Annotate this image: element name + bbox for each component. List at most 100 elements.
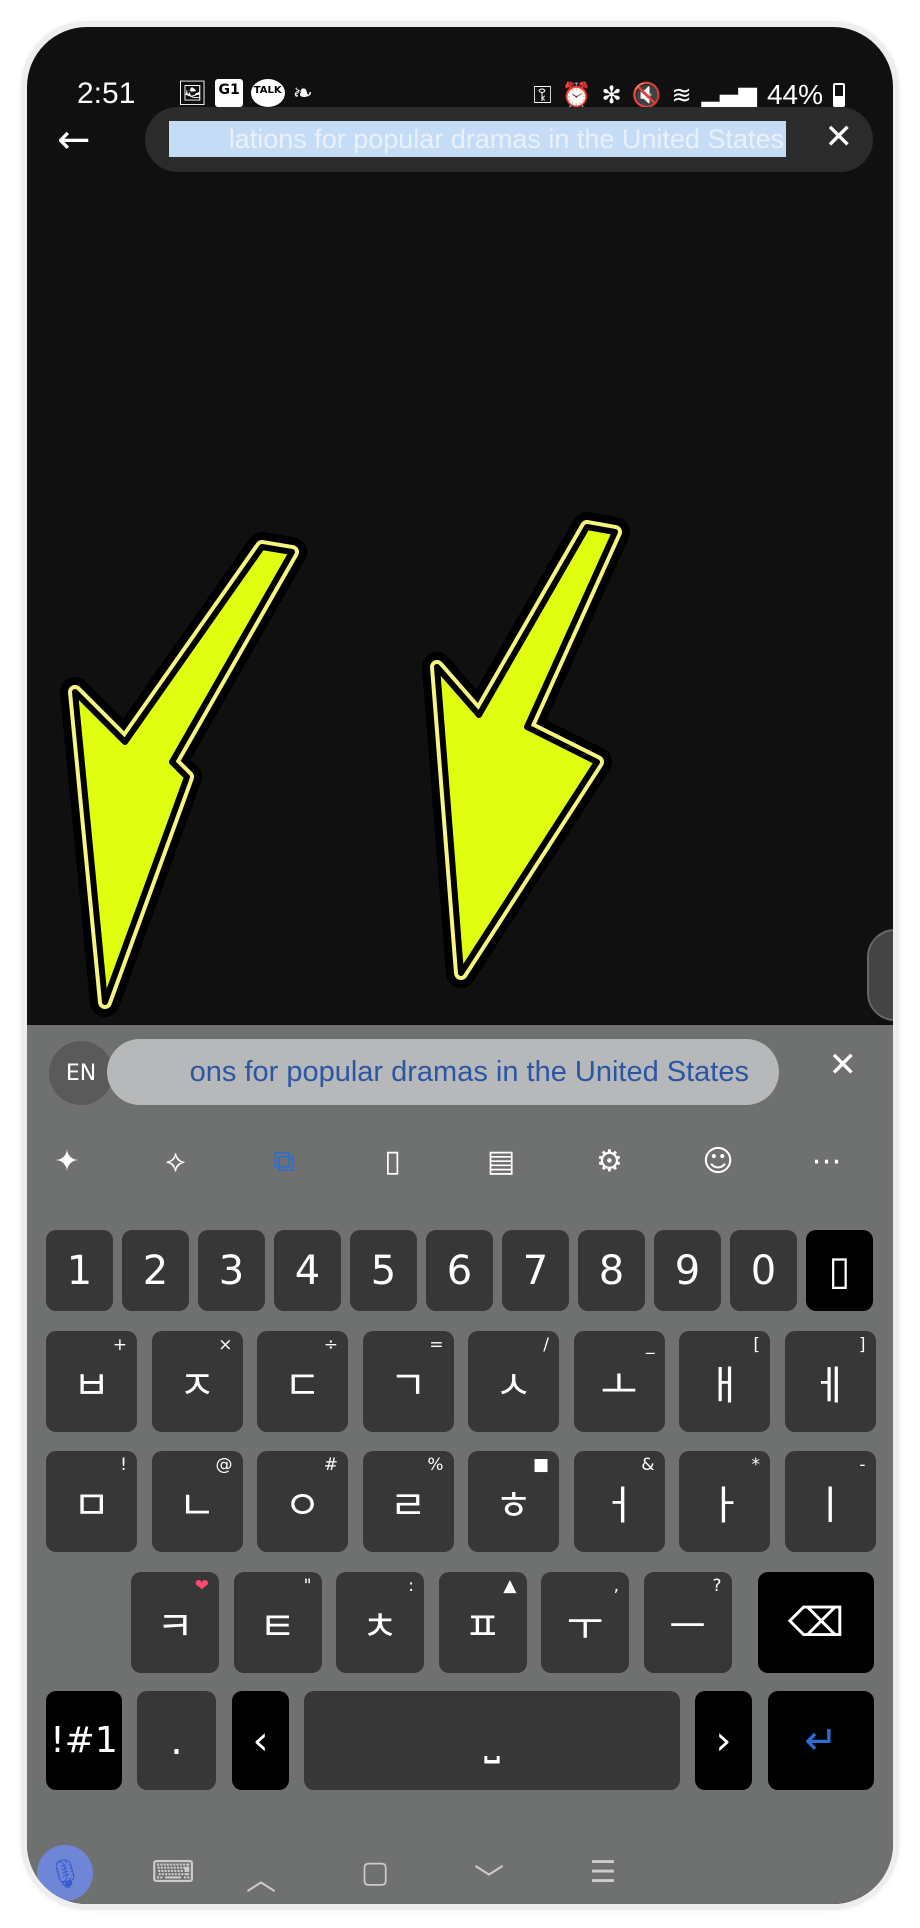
language-button[interactable]: EN (49, 1041, 113, 1105)
settings-icon[interactable]: ⚙ (580, 1137, 640, 1187)
yellow-arrow-left (60, 532, 307, 1017)
recents-icon[interactable]: ☰ (573, 1855, 633, 1899)
key-label: ㅐ (706, 1362, 743, 1409)
key-row3[interactable]: ㄹ% (362, 1451, 454, 1552)
key-5[interactable]: 5 (350, 1230, 417, 1311)
more-icon[interactable]: ⋯ (797, 1137, 857, 1187)
symbols-key[interactable]: !#1 (46, 1691, 122, 1790)
key-row4[interactable]: ㅡ? (643, 1572, 732, 1673)
cursor-right-key[interactable]: › (695, 1691, 752, 1790)
home-icon[interactable]: ▢ (345, 1855, 405, 1899)
keypad-icon[interactable]: ▤ (471, 1137, 531, 1187)
key-6[interactable]: 6 (426, 1230, 493, 1311)
key-secondary-label: ] (858, 1335, 866, 1355)
key-label: ↵ (804, 1717, 838, 1764)
key-row2[interactable]: ㅂ + (46, 1331, 137, 1432)
key-row3[interactable]: ㅎ ■ (468, 1451, 559, 1552)
key-label: ㅂ (73, 1362, 110, 1409)
key-0[interactable]: 0 (730, 1230, 797, 1311)
key-4[interactable]: 4 (274, 1230, 341, 1311)
key-row4[interactable]: ㅜ, (541, 1572, 629, 1673)
key-row3[interactable]: ㅇ # (257, 1451, 348, 1552)
key-row4[interactable]: ㅍ ▲ (438, 1572, 527, 1673)
key-row3[interactable]: ㄴ @ (151, 1451, 243, 1552)
edge-panel-handle[interactable] (867, 929, 893, 1021)
key-label: 0 (750, 1247, 777, 1294)
key-label: 5 (370, 1247, 397, 1294)
key-secondary-label: ❤ (194, 1576, 209, 1596)
key-row2[interactable]: ㄱ = (362, 1331, 454, 1432)
key-row2[interactable]: ㅔ] (784, 1331, 876, 1432)
key-label: ㅅ (495, 1362, 532, 1409)
key-label: ㅗ (600, 1362, 638, 1409)
key-label: ⎵ (484, 1717, 500, 1764)
key-label: ㅔ (811, 1362, 849, 1409)
key-label: ㄷ (284, 1362, 321, 1409)
key-secondary-label: # (323, 1455, 338, 1475)
key-3[interactable]: 3 (198, 1230, 265, 1311)
keyboard-hide-icon[interactable]: ⌨ (143, 1855, 203, 1899)
key-row4[interactable]: ㅌ " (233, 1572, 322, 1673)
key-label: 7 (522, 1247, 549, 1294)
key-row2[interactable]: ㅅ / (468, 1331, 559, 1432)
key-row2[interactable]: ㄷ ÷ (257, 1331, 348, 1432)
key-label: ㄹ (389, 1482, 427, 1529)
key-label: ㅡ (669, 1603, 706, 1650)
key-row2[interactable]: ㅐ[ (679, 1331, 770, 1432)
space-key[interactable]: ⎵ (304, 1691, 680, 1790)
key-row3[interactable]: ㅏ * (679, 1451, 770, 1552)
key-label: ㄴ (178, 1482, 216, 1529)
key-label: 9 (674, 1247, 701, 1294)
nav-up-icon[interactable]: ︿ (231, 1855, 291, 1899)
key-row3[interactable]: ㅓ & (573, 1451, 665, 1552)
key-label: 6 (446, 1247, 473, 1294)
key-9[interactable]: 9 (654, 1230, 721, 1311)
key-label: ⌫ (787, 1599, 845, 1646)
key-label: ㅌ (259, 1603, 296, 1650)
key-row4[interactable]: ㅊ: (336, 1572, 424, 1673)
key-label: 8 (598, 1247, 625, 1294)
key-secondary-label: [ (753, 1335, 760, 1355)
key-label: 4 (294, 1247, 321, 1294)
key-label: ㄱ (389, 1362, 427, 1409)
translate-icon[interactable]: ⧉ (254, 1137, 314, 1187)
key-secondary-label: : (408, 1576, 414, 1596)
yellow-arrow-right (422, 512, 630, 988)
backspace-key[interactable]: ⌫ (758, 1572, 874, 1673)
emoji-icon[interactable]: ☺ (688, 1137, 748, 1187)
key-8[interactable]: 8 (578, 1230, 645, 1311)
key-label: ㅍ (464, 1603, 501, 1650)
text-edit-icon[interactable]: ⟡ (146, 1137, 206, 1187)
key-row2[interactable]: ㅗ _ (573, 1331, 665, 1432)
key-secondary-label: @ (215, 1455, 233, 1475)
phone-screen: 2:51 🖼 G1 TALK ❧ ⚿ ⏰ ✻ 🔇 ≋ ▂▄▆ 44% ← lat… (27, 27, 893, 1904)
key-2[interactable]: 2 (122, 1230, 189, 1311)
key-label: ㅋ (156, 1603, 194, 1650)
key-row4[interactable]: ㅋ ❤ (131, 1572, 219, 1673)
enter-key[interactable]: ↵ (768, 1691, 874, 1790)
clipboard-icon[interactable]: ▯ (363, 1137, 423, 1187)
key-1[interactable]: 1 (46, 1230, 113, 1311)
key-secondary-label: / (543, 1335, 549, 1355)
key-secondary-label: ■ (532, 1455, 549, 1475)
clipboard-key[interactable]: ▯ (806, 1230, 873, 1311)
key-row2[interactable]: ㅈ × (151, 1331, 243, 1432)
key-label: . (170, 1717, 183, 1764)
keyboard-preview-field[interactable]: ons for popular dramas in the United Sta… (107, 1039, 779, 1105)
key-label: ㅇ (284, 1482, 321, 1529)
key-label: ㅁ (73, 1482, 110, 1529)
key-row3[interactable]: ㅣ- (784, 1451, 876, 1552)
key-secondary-label: " (303, 1576, 312, 1596)
sparkle-icon[interactable]: ✦ (37, 1137, 97, 1187)
nav-down-icon[interactable]: ﹀ (459, 1855, 519, 1899)
keyboard: EN ons for popular dramas in the United … (27, 1025, 893, 1904)
key-7[interactable]: 7 (502, 1230, 569, 1311)
period-key[interactable]: . (137, 1691, 216, 1790)
key-row3[interactable]: ㅁ! (46, 1451, 137, 1552)
close-preview-icon[interactable]: ✕ (829, 1045, 858, 1085)
cursor-left-key[interactable]: ‹ (232, 1691, 289, 1790)
key-label: !#1 (50, 1720, 118, 1761)
microphone-icon[interactable]: 🎙 (37, 1845, 93, 1901)
key-secondary-label: & (641, 1455, 655, 1475)
key-label: › (715, 1717, 732, 1764)
